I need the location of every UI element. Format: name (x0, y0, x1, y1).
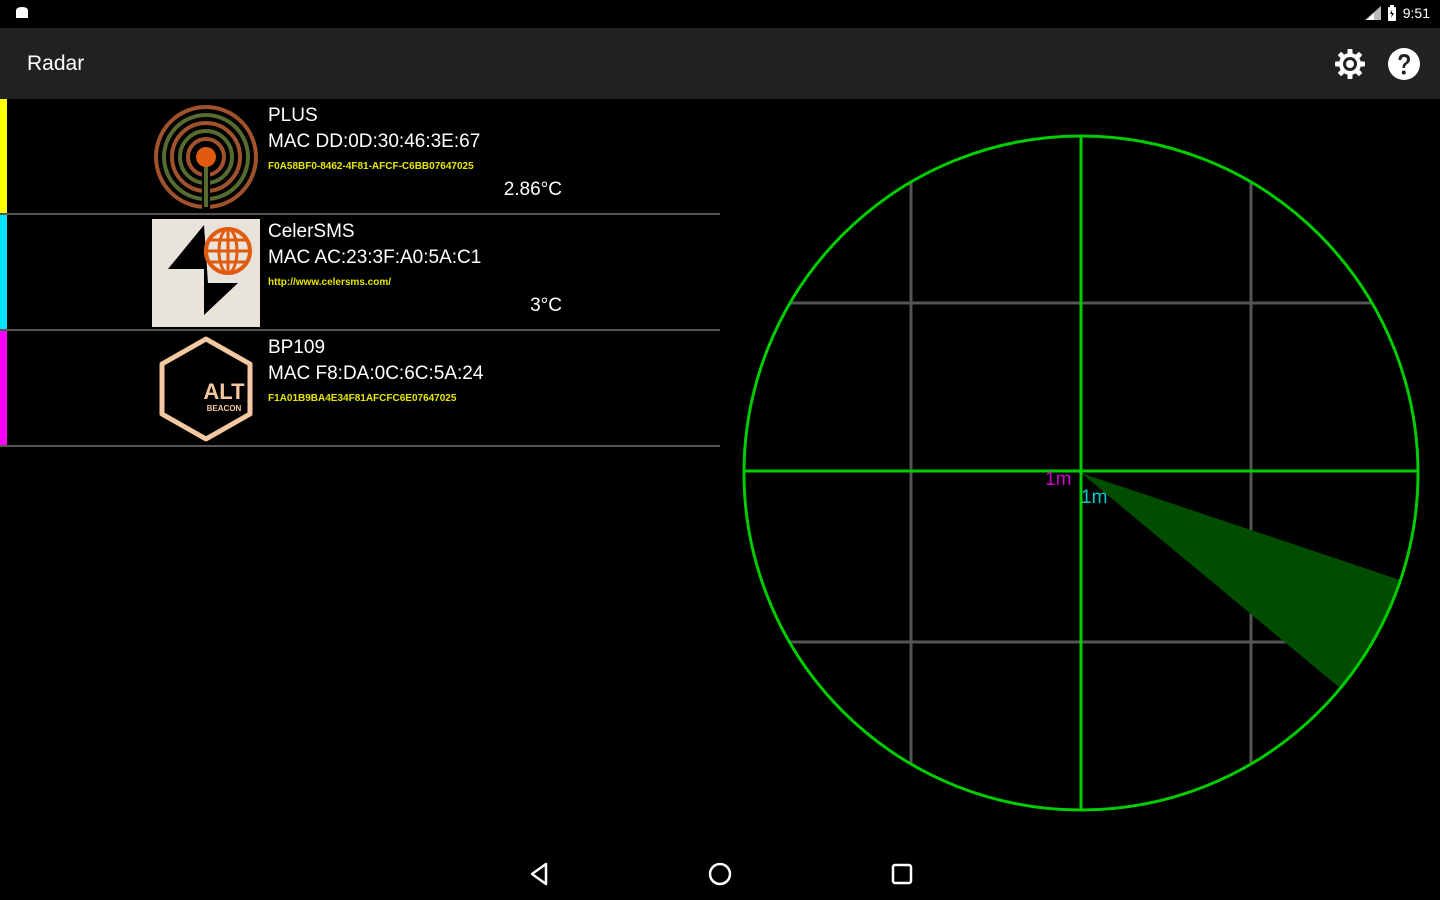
android-notification-icon (16, 7, 28, 18)
device-color-stripe (0, 215, 7, 329)
radar-sweep (1081, 473, 1400, 688)
device-uuid: F0A58BF0-8462-4F81-AFCF-C6BB07647025 (268, 161, 474, 172)
device-mac: MAC DD:0D:30:46:3E:67 (268, 131, 481, 152)
device-color-stripe (0, 99, 7, 213)
alt-beacon-icon: ALT BEACON (159, 336, 253, 442)
device-uuid: F1A01B9BA4E34F81AFCFC6E07647025 (268, 393, 457, 404)
device-temperature: 3°C (530, 295, 562, 316)
status-time: 9:51 (1402, 5, 1430, 21)
svg-text:ALT: ALT (203, 379, 245, 404)
radar-label-cyan: 1m (1081, 487, 1107, 508)
device-name: BP109 (268, 337, 326, 358)
device-list: PLUS MAC DD:0D:30:46:3E:67 F0A58BF0-8462… (0, 99, 720, 447)
radar-label-magenta: 1m (1045, 469, 1071, 490)
device-name: CelerSMS (268, 221, 355, 242)
radar-display: 1m 1m (740, 132, 1422, 814)
status-bar: 9:51 (0, 0, 1440, 28)
device-row-plus[interactable]: PLUS MAC DD:0D:30:46:3E:67 F0A58BF0-8462… (0, 99, 720, 215)
device-temperature: 2.86°C (503, 179, 562, 200)
app-title: Radar (27, 52, 85, 75)
device-row-bp109[interactable]: ALT BEACON BP109 MAC F8:DA:0C:6C:5A:24 F… (0, 331, 720, 447)
celersms-globe-icon (152, 219, 260, 327)
status-right: 9:51 (1364, 5, 1430, 21)
device-name: PLUS (268, 105, 318, 126)
svg-text:BEACON: BEACON (207, 404, 242, 413)
app-bar: Radar (0, 28, 1440, 99)
back-icon[interactable] (526, 860, 554, 888)
settings-gear-icon[interactable] (1332, 46, 1368, 82)
device-mac: MAC F8:DA:0C:6C:5A:24 (268, 363, 484, 384)
navigation-bar (0, 846, 1440, 900)
recents-icon[interactable] (888, 860, 916, 888)
device-url: http://www.celersms.com/ (268, 277, 391, 288)
device-color-stripe (0, 331, 7, 445)
radio-signal-icon (154, 105, 258, 209)
help-icon[interactable] (1386, 46, 1422, 82)
signal-icon (1364, 6, 1381, 20)
battery-icon (1387, 5, 1396, 21)
device-row-celersms[interactable]: CelerSMS MAC AC:23:3F:A0:5A:C1 http://ww… (0, 215, 720, 331)
device-mac: MAC AC:23:3F:A0:5A:C1 (268, 247, 482, 268)
home-icon[interactable] (706, 860, 734, 888)
